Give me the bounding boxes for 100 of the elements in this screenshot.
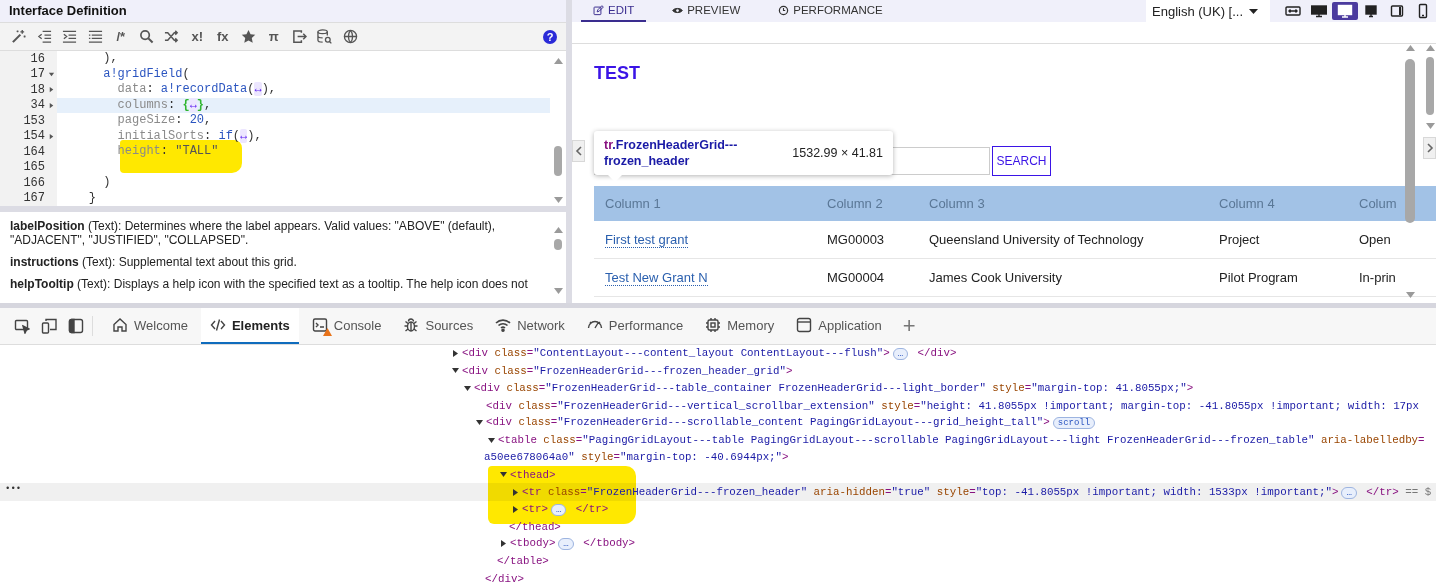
desktop-icon <box>1363 3 1379 19</box>
indent-icon[interactable] <box>62 29 78 44</box>
table-cell-text: Project <box>1218 232 1261 247</box>
designer-tab[interactable]: PERFORMANCE <box>766 0 895 22</box>
terminal-icon <box>311 317 328 333</box>
scrollbar-thumb[interactable] <box>554 145 562 177</box>
globe-icon[interactable] <box>342 29 358 44</box>
pencil-icon <box>593 4 604 16</box>
dom-node-text: </table> <box>497 555 549 568</box>
table-cell-text: Queensland University of Technology <box>928 232 1145 247</box>
line-number: 164 <box>23 144 45 159</box>
collapsed-arrow-icon[interactable] <box>500 540 507 548</box>
expanded-arrow-icon[interactable] <box>452 367 459 375</box>
scroll-down-arrow-icon[interactable] <box>1405 292 1415 298</box>
grant-link[interactable]: First test grant <box>605 232 689 248</box>
devtools-tab[interactable]: Elements <box>200 308 299 344</box>
devtools-tab[interactable]: Memory <box>696 308 784 344</box>
star-icon[interactable] <box>240 29 256 44</box>
help-button[interactable]: ? <box>543 29 557 44</box>
inspect-icon[interactable] <box>13 318 30 334</box>
scrollbar-thumb[interactable] <box>1426 57 1434 116</box>
monitor-icon <box>1337 3 1353 19</box>
devtools-tab[interactable]: Console <box>302 308 391 344</box>
line-number: 165 <box>23 160 45 175</box>
scrollbar-thumb[interactable] <box>554 238 562 250</box>
grant-link[interactable]: Test New Grant N <box>605 270 708 286</box>
table-cell-text: MG00003 <box>826 232 886 247</box>
table-cell-text: Pilot Program <box>1218 270 1299 285</box>
code-line: ), <box>102 51 119 67</box>
code-line: } <box>87 190 97 206</box>
dom-node-text: </div> <box>485 572 524 585</box>
chevron-left-icon <box>574 146 583 156</box>
expanded-arrow-icon[interactable] <box>488 436 495 444</box>
scrollbar-thumb[interactable] <box>1405 58 1415 224</box>
language-dropdown[interactable]: English (UK) [... <box>1146 0 1270 22</box>
search-icon[interactable] <box>138 29 154 44</box>
expanded-arrow-icon[interactable] <box>500 471 507 479</box>
dom-tree-row[interactable]: <div class="FrozenHeaderGrid---vertical_scrollbar_extension" style="height: 41.8055px !important; margin-top: -41.8055px !important; width: 17px <box>0 396 1436 415</box>
line-number: 16 <box>30 51 45 66</box>
expanded-arrow-icon[interactable] <box>464 384 471 392</box>
devtools-tab[interactable]: Performance <box>577 308 693 344</box>
scroll-right-button[interactable] <box>1423 137 1436 159</box>
lines-icon[interactable] <box>87 29 103 44</box>
devtools-tab[interactable]: Welcome <box>103 308 197 344</box>
dom-tree-row[interactable]: <div class="FrozenHeaderGrid---table_container FrozenHeaderGrid---light_border" style="margin-top: 41.8055px;"> <box>0 379 1436 397</box>
dom-tree-row[interactable]: <thead> <box>0 466 1436 484</box>
search-button[interactable]: SEARCH <box>992 146 1051 176</box>
dock-sidebar-icon[interactable] <box>67 318 84 334</box>
dom-node-text: <thead> <box>510 468 556 481</box>
scroll-down-arrow-icon[interactable] <box>1425 123 1435 129</box>
line-number: 153 <box>23 113 45 128</box>
devtools-tab[interactable]: Network <box>486 308 574 344</box>
export-icon[interactable] <box>291 29 307 44</box>
dom-node-text: <div class="FrozenHeaderGrid---vertical_scrollbar_extension" style="height: 41.8055px !important; margin-top: -41.8055px !important; width: 17px <box>486 399 1420 412</box>
fold-arrow-icon[interactable] <box>47 101 55 109</box>
dom-tree-row[interactable]: <div class="FrozenHeaderGrid---frozen_header_grid"> <box>0 362 1436 380</box>
dom-tree-row[interactable]: <table class="PagingGridLayout---table PagingGridLayout---scrollable PagingGridLayout---light FrozenHeaderGrid---frozen_table" aria-labelledby= <box>0 431 1436 449</box>
dom-tree-row[interactable]: <tbody> … </tbody> <box>0 535 1436 553</box>
toolbar-button[interactable]: π <box>268 29 279 44</box>
line-number: 167 <box>23 191 45 206</box>
more-actions-button[interactable]: ••• <box>5 484 22 495</box>
fold-arrow-icon[interactable] <box>47 132 55 140</box>
scroll-up-arrow-icon[interactable] <box>553 227 563 233</box>
collapsed-arrow-icon[interactable] <box>512 505 519 513</box>
device-emulation-icon[interactable] <box>40 318 57 334</box>
fold-arrow-icon[interactable] <box>47 70 55 78</box>
scroll-left-button[interactable] <box>572 140 585 162</box>
code-line: ) <box>102 175 112 191</box>
scroll-down-arrow-icon[interactable] <box>553 288 563 294</box>
scroll-down-arrow-icon[interactable] <box>553 197 563 203</box>
collapsed-arrow-icon[interactable] <box>452 350 459 358</box>
tooltip-selector: tr.FrozenHeaderGrid---frozen_header <box>604 137 739 169</box>
panel-title: Interface Definition <box>0 0 566 23</box>
toolbar-button[interactable]: fx <box>216 29 229 44</box>
tooltip-dimensions: 1532.99 × 41.81 <box>792 146 883 160</box>
fold-arrow-icon[interactable] <box>47 86 55 94</box>
shuffle-icon[interactable] <box>164 29 180 44</box>
devtools-tab[interactable]: Application <box>787 308 891 344</box>
wifi-icon <box>495 317 512 333</box>
device-button[interactable] <box>1332 2 1358 20</box>
chevron-right-icon <box>1425 143 1434 153</box>
window-icon <box>796 317 813 333</box>
chip-icon <box>705 317 722 333</box>
dom-tree-row[interactable]: <tr> … </tr> <box>0 500 1436 518</box>
add-tab-button[interactable]: + <box>894 308 924 344</box>
magic-wand-icon[interactable] <box>11 29 27 44</box>
toolbar-button[interactable]: /* <box>116 29 126 44</box>
devtools-tab[interactable]: Sources <box>394 308 483 344</box>
doc-paragraph: instructions (Text): Supplemental text about this grid. <box>10 255 298 269</box>
dom-tree-row[interactable]: <div class="ContentLayout---content_layout ContentLayout---flush"> … </div> <box>0 345 1436 363</box>
dom-tree-row[interactable]: <div class="FrozenHeaderGrid---scrollable_content PagingGridLayout---grid_height_tall"> scroll <box>0 414 1436 432</box>
collapsed-arrow-icon[interactable] <box>512 488 519 496</box>
outdent-icon[interactable] <box>36 29 52 44</box>
toolbar-button[interactable]: x! <box>191 29 204 44</box>
line-number: 166 <box>23 175 45 190</box>
database-search-icon[interactable] <box>317 29 333 44</box>
wide-monitor-icon <box>1311 3 1327 19</box>
designer-tab[interactable]: PREVIEW <box>660 0 753 22</box>
expanded-arrow-icon[interactable] <box>476 419 483 427</box>
scroll-up-arrow-icon[interactable] <box>553 58 563 64</box>
